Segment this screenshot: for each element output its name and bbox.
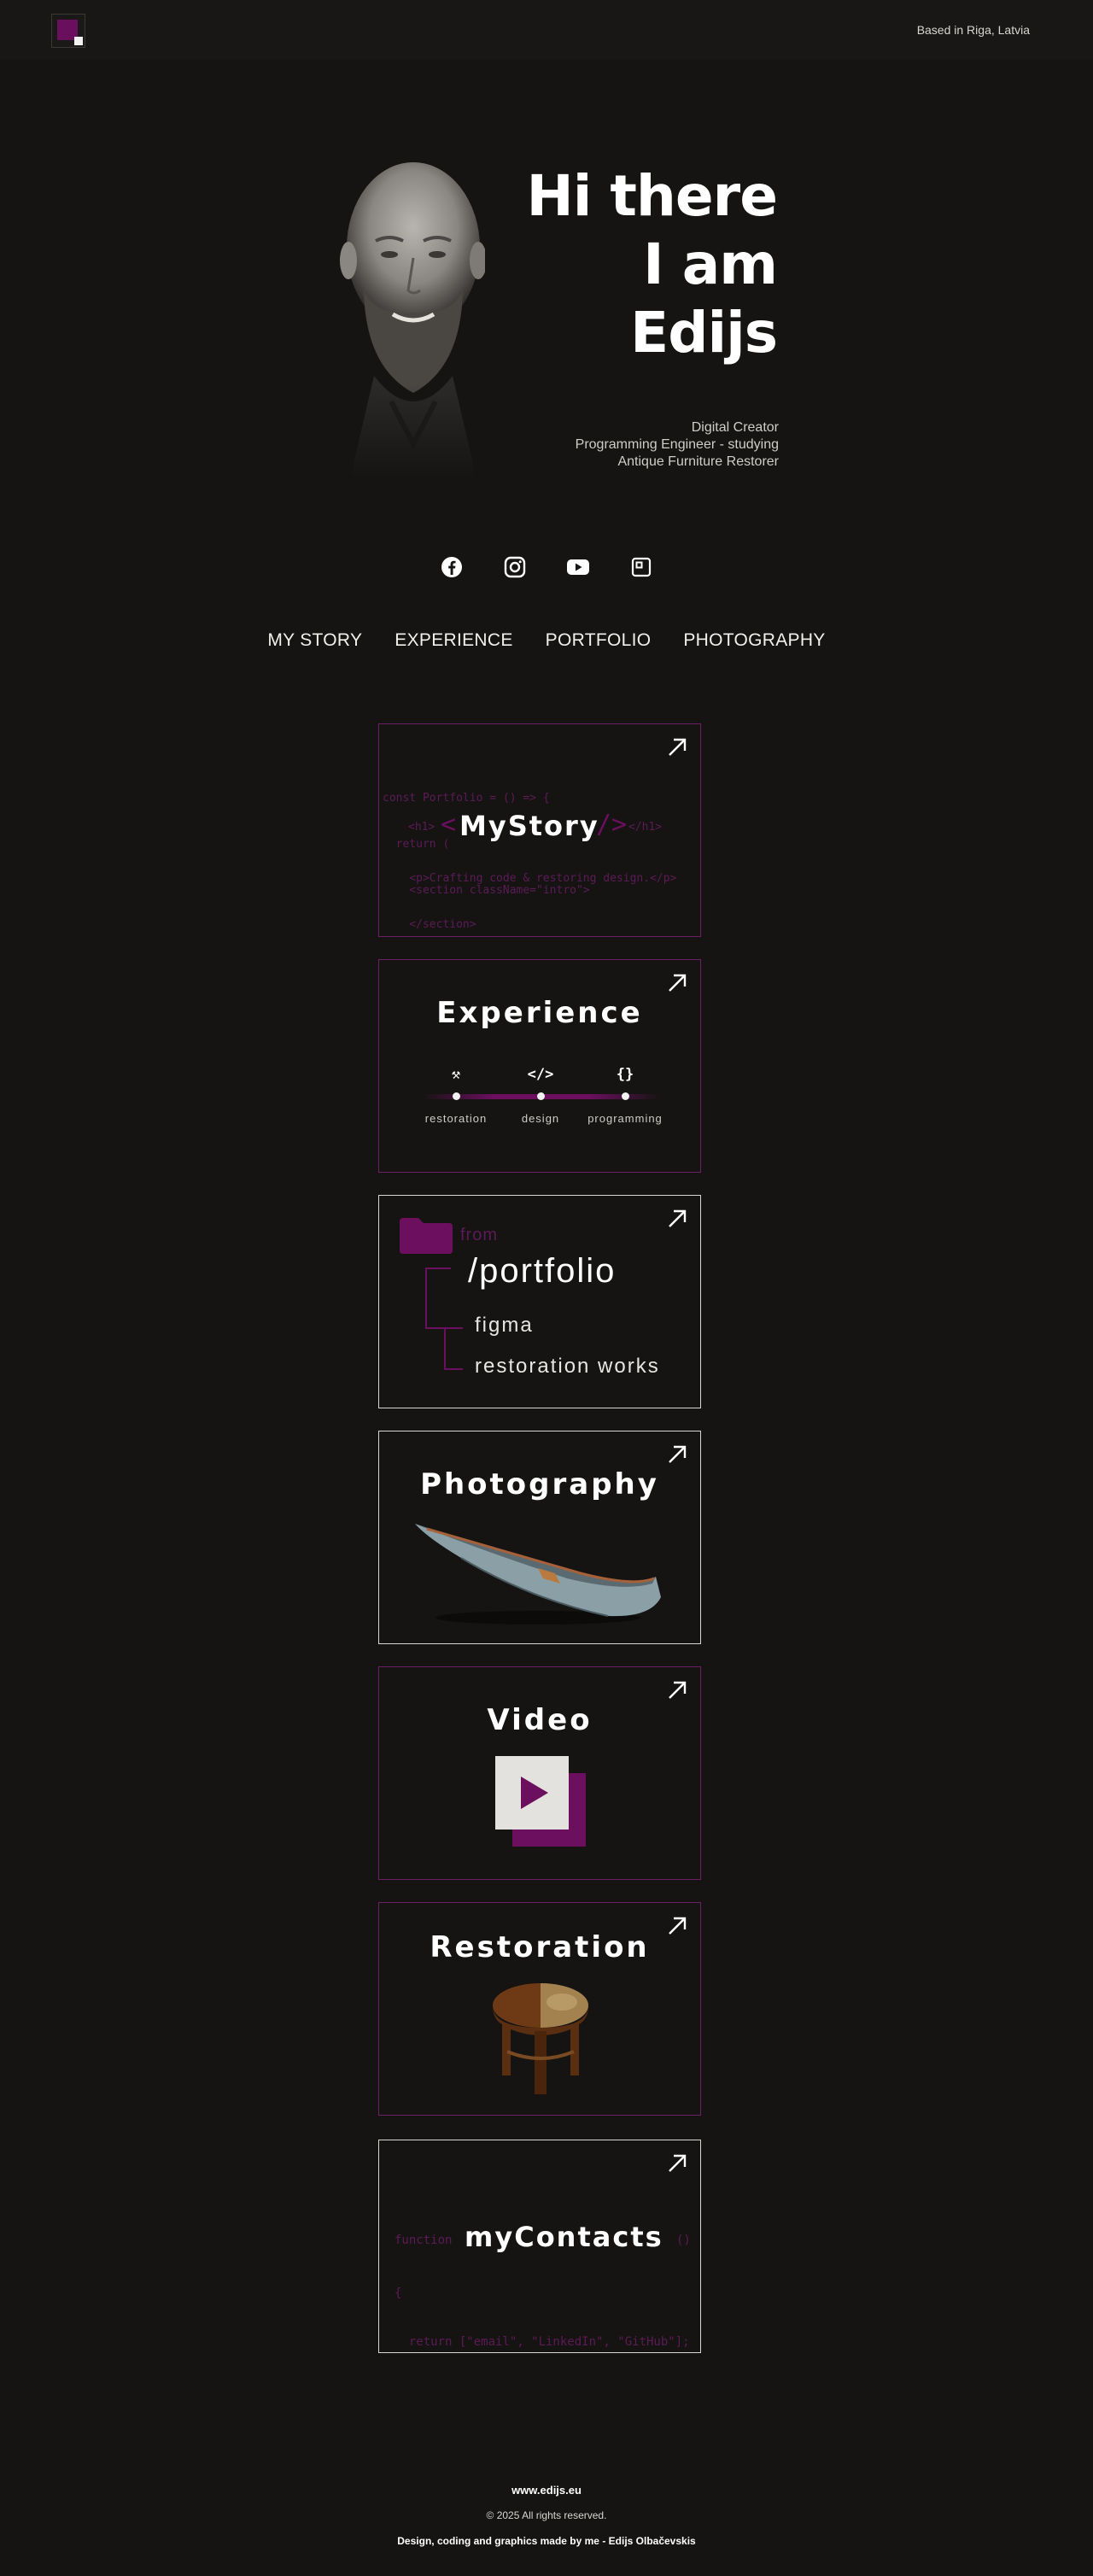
- code-line: </section>: [383, 918, 476, 931]
- code-line: {: [395, 2286, 402, 2300]
- instagram-icon[interactable]: [503, 555, 527, 579]
- logo[interactable]: [51, 14, 85, 48]
- tree-connector: [425, 1268, 463, 1329]
- card-photography[interactable]: Photography: [378, 1431, 701, 1644]
- card-contacts[interactable]: function myContacts () { return ["email"…: [378, 2140, 701, 2353]
- nav-my-story[interactable]: MY STORY: [267, 630, 362, 651]
- tree-connector: [425, 1268, 451, 1269]
- mystory-title: MyStory: [459, 810, 599, 842]
- folder-icon: [400, 1218, 453, 1254]
- role-text: Programming Engineer - studying: [575, 437, 779, 452]
- photography-title: Photography: [420, 1467, 659, 1502]
- code-h1-open: <h1>: [408, 821, 435, 834]
- arrow-up-right-icon: [669, 738, 687, 756]
- nav-experience[interactable]: EXPERIENCE: [395, 630, 512, 651]
- facebook-icon[interactable]: [440, 555, 464, 579]
- code-keyword: function: [395, 2234, 453, 2247]
- footer-copyright: © 2025 All rights reserved.: [486, 2509, 607, 2521]
- role-text: Antique Furniture Restorer: [617, 454, 779, 469]
- timeline-dot: [453, 1092, 460, 1100]
- code-line: <p>Crafting code & restoring design.</p>: [383, 872, 677, 885]
- mystory-title-row: <h1> < MyStory /> </h1>: [379, 810, 700, 842]
- boat-image: [415, 1524, 661, 1625]
- arrow-up-right-icon: [669, 1209, 687, 1227]
- portfolio-item: restoration works: [475, 1355, 660, 1378]
- arrow-up-right-icon: [669, 2154, 687, 2172]
- mystory-bracket-open: <: [441, 810, 457, 840]
- portfolio-from: from: [460, 1226, 498, 1244]
- contacts-title: myContacts: [465, 2221, 663, 2253]
- hero-title-line: Hi there: [526, 163, 778, 229]
- timeline-label: programming: [587, 1112, 663, 1125]
- main-nav: MY STORY EXPERIENCE PORTFOLIO PHOTOGRAPH…: [0, 630, 1093, 651]
- portfolio-main: /portfolio: [468, 1252, 617, 1290]
- hero-title-line: I am: [643, 231, 778, 297]
- hero-title: Hi there I am Edijs: [526, 162, 778, 367]
- location-text: Based in Riga, Latvia: [916, 23, 1030, 37]
- code-paren: (): [676, 2234, 691, 2247]
- code-snippet: <p>Crafting code & restoring design.</p>…: [383, 840, 677, 936]
- hero-roles: Digital Creator Programming Engineer - s…: [576, 419, 779, 471]
- video-title: Video: [487, 1703, 593, 1737]
- card-my-story[interactable]: const Portfolio = () => { return ( <sect…: [378, 723, 701, 937]
- site-header: Based in Riga, Latvia: [0, 0, 1093, 60]
- portrait-image: [340, 162, 485, 478]
- nav-portfolio[interactable]: PORTFOLIO: [546, 630, 652, 651]
- footer-credit: Design, coding and graphics made by me -…: [397, 2535, 696, 2547]
- card-experience[interactable]: Experience ⚒ </> {} restoration design p…: [378, 959, 701, 1173]
- restoration-title: Restoration: [430, 1930, 650, 1964]
- logo-accent: [74, 37, 83, 45]
- mystory-bracket-close: />: [596, 810, 628, 840]
- tree-connector: [444, 1329, 463, 1370]
- play-button[interactable]: [495, 1756, 569, 1830]
- arrow-up-right-icon: [669, 1681, 687, 1699]
- experience-title: Experience: [436, 996, 643, 1030]
- table-image: [493, 1983, 588, 2094]
- social-links: [0, 555, 1093, 586]
- code-line: const Portfolio = () => {: [383, 792, 550, 805]
- code-snippet: { return ["email", "LinkedIn", "GitHub"]…: [395, 2253, 690, 2352]
- footer-site-link[interactable]: www.edijs.eu: [0, 2484, 1093, 2497]
- code-h1-close: </h1>: [628, 821, 663, 834]
- code-line: return ["email", "LinkedIn", "GitHub"];: [395, 2335, 690, 2349]
- card-video[interactable]: Video: [378, 1666, 701, 1880]
- role-text: Digital Creator: [691, 420, 779, 435]
- timeline-dot: [537, 1092, 545, 1100]
- youtube-icon[interactable]: [566, 555, 590, 579]
- nav-photography[interactable]: PHOTOGRAPHY: [683, 630, 825, 651]
- hero-title-line: Edijs: [630, 300, 778, 366]
- braces-icon: {}: [616, 1066, 634, 1083]
- contacts-title-row: function myContacts (): [395, 2221, 700, 2255]
- card-restoration[interactable]: Restoration: [378, 1902, 701, 2116]
- card-portfolio[interactable]: from /portfolio figma restoration works: [378, 1195, 701, 1408]
- arrow-up-right-icon: [669, 974, 687, 992]
- portfolio-item: figma: [475, 1314, 534, 1337]
- play-icon: [521, 1777, 548, 1809]
- timeline-dot: [622, 1092, 629, 1100]
- linkedin-square-icon[interactable]: [629, 555, 653, 579]
- arrow-up-right-icon: [669, 1445, 687, 1463]
